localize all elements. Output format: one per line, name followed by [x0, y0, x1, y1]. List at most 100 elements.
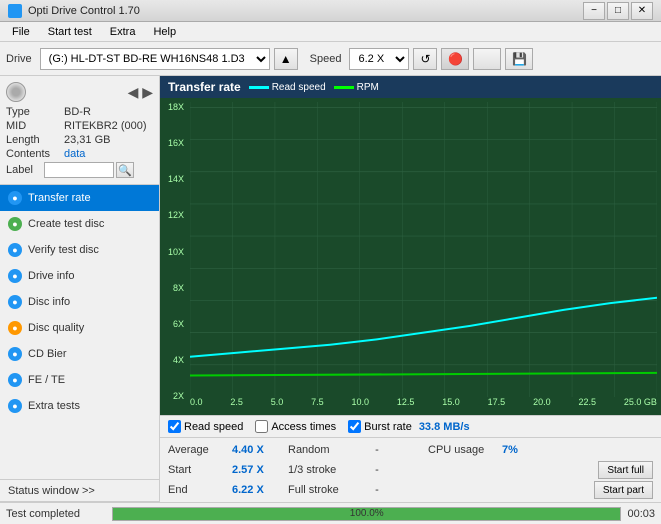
nav-transfer-rate[interactable]: ● Transfer rate: [0, 185, 159, 211]
y-tick-18x: 18X: [160, 102, 184, 112]
label-input[interactable]: [44, 162, 114, 178]
average-label: Average: [168, 444, 228, 456]
app-icon: [8, 4, 22, 18]
disc-nav-arrows[interactable]: ◀ ▶: [128, 84, 153, 101]
x-tick-7-5: 7.5: [311, 397, 324, 411]
nav-fe-te[interactable]: ● FE / TE: [0, 367, 159, 393]
status-window-label: Status window >>: [8, 485, 95, 497]
nav-verify-test-label: Verify test disc: [28, 244, 99, 256]
status-bar: Test completed 100.0% 00:03: [0, 502, 661, 524]
cpu-usage-label: CPU usage: [428, 444, 498, 456]
nav-menu: ● Transfer rate ● Create test disc ● Ver…: [0, 185, 159, 479]
drive-select[interactable]: (G:) HL-DT-ST BD-RE WH16NS48 1.D3: [40, 48, 270, 70]
mid-value: RITEKBR2 (000): [64, 120, 147, 132]
stats-row-average: Average 4.40 X Random - CPU usage 7%: [168, 440, 653, 460]
read-speed-legend-label: Read speed: [272, 82, 326, 93]
cpu-usage-value: 7%: [502, 444, 518, 456]
y-tick-12x: 12X: [160, 210, 184, 220]
transfer-rate-icon: ●: [8, 191, 22, 205]
nav-transfer-rate-label: Transfer rate: [28, 192, 91, 204]
x-tick-15: 15.0: [442, 397, 460, 411]
y-tick-6x: 6X: [160, 319, 184, 329]
eject-button[interactable]: ▲: [274, 48, 298, 70]
nav-verify-test-disc[interactable]: ● Verify test disc: [0, 237, 159, 263]
x-tick-25: 25.0 GB: [624, 397, 657, 411]
x-tick-5: 5.0: [271, 397, 284, 411]
menu-start-test[interactable]: Start test: [40, 24, 100, 40]
progress-wrapper: 100.0%: [112, 507, 621, 521]
start-part-button[interactable]: Start part: [594, 481, 653, 499]
end-label: End: [168, 484, 228, 496]
nav-disc-quality[interactable]: ● Disc quality: [0, 315, 159, 341]
rpm-legend-label: RPM: [357, 82, 379, 93]
x-tick-0: 0.0: [190, 397, 203, 411]
nav-disc-info[interactable]: ● Disc info: [0, 289, 159, 315]
label-icon-button[interactable]: 🔍: [116, 162, 134, 178]
access-times-checkbox-item: Access times: [255, 420, 336, 433]
status-text: Test completed: [6, 508, 106, 520]
x-tick-12-5: 12.5: [397, 397, 415, 411]
stats-row-start: Start 2.57 X 1/3 stroke - Start full: [168, 460, 653, 480]
nav-drive-info-label: Drive info: [28, 270, 74, 282]
title-bar: Opti Drive Control 1.70 − □ ✕: [0, 0, 661, 22]
rpm-legend: RPM: [334, 82, 379, 93]
type-label: Type: [6, 106, 64, 118]
nav-extra-tests-label: Extra tests: [28, 400, 80, 412]
speed-select[interactable]: 6.2 X: [349, 48, 409, 70]
drive-label: Drive: [6, 53, 32, 65]
burst-rate-checkbox-item: Burst rate 33.8 MB/s: [348, 420, 469, 433]
one-third-stroke-label: 1/3 stroke: [288, 464, 358, 476]
start-full-button[interactable]: Start full: [598, 461, 653, 479]
stats-row-end: End 6.22 X Full stroke - Start part: [168, 480, 653, 500]
disc-icon: [6, 82, 26, 102]
content-area: Transfer rate Read speed RPM 2X 4X 6X 8X…: [160, 76, 661, 502]
progress-text: 100.0%: [350, 507, 384, 521]
nav-fe-te-label: FE / TE: [28, 374, 65, 386]
one-third-stroke-value: -: [362, 464, 392, 476]
y-tick-4x: 4X: [160, 355, 184, 365]
speed-refresh-button[interactable]: ↺: [413, 48, 437, 70]
nav-drive-info[interactable]: ● Drive info: [0, 263, 159, 289]
menu-extra[interactable]: Extra: [102, 24, 144, 40]
access-times-checkbox-label: Access times: [271, 421, 336, 433]
nav-disc-quality-label: Disc quality: [28, 322, 84, 334]
maximize-button[interactable]: □: [607, 2, 629, 20]
status-window-button[interactable]: Status window >>: [0, 480, 159, 502]
x-tick-20: 20.0: [533, 397, 551, 411]
nav-cd-bier[interactable]: ● CD Bier: [0, 341, 159, 367]
x-tick-22-5: 22.5: [578, 397, 596, 411]
y-tick-10x: 10X: [160, 247, 184, 257]
app-title: Opti Drive Control 1.70: [28, 5, 140, 17]
length-label: Length: [6, 134, 64, 146]
read-speed-checkbox-item: Read speed: [168, 420, 243, 433]
toolbar-btn1[interactable]: 🔴: [441, 48, 469, 70]
drive-info-icon: ●: [8, 269, 22, 283]
menu-file[interactable]: File: [4, 24, 38, 40]
nav-disc-info-label: Disc info: [28, 296, 70, 308]
chart-header: Transfer rate Read speed RPM: [160, 76, 661, 98]
contents-value[interactable]: data: [64, 148, 85, 160]
close-button[interactable]: ✕: [631, 2, 653, 20]
x-tick-10: 10.0: [352, 397, 370, 411]
type-value: BD-R: [64, 106, 91, 118]
burst-rate-checkbox[interactable]: [348, 420, 361, 433]
menu-help[interactable]: Help: [145, 24, 184, 40]
fe-te-icon: ●: [8, 373, 22, 387]
nav-create-test-label: Create test disc: [28, 218, 104, 230]
chart-svg: [190, 102, 657, 397]
average-value: 4.40 X: [232, 444, 282, 456]
y-tick-16x: 16X: [160, 138, 184, 148]
start-label: Start: [168, 464, 228, 476]
create-test-icon: ●: [8, 217, 22, 231]
read-speed-checkbox[interactable]: [168, 420, 181, 433]
nav-extra-tests[interactable]: ● Extra tests: [0, 393, 159, 419]
toolbar-btn3[interactable]: 💾: [505, 48, 533, 70]
label-key: Label: [6, 164, 44, 176]
y-tick-14x: 14X: [160, 174, 184, 184]
nav-create-test-disc[interactable]: ● Create test disc: [0, 211, 159, 237]
burst-rate-checkbox-label: Burst rate: [364, 421, 412, 433]
access-times-checkbox[interactable]: [255, 420, 268, 433]
toolbar-btn2[interactable]: [473, 48, 501, 70]
minimize-button[interactable]: −: [583, 2, 605, 20]
nav-cd-bier-label: CD Bier: [28, 348, 67, 360]
